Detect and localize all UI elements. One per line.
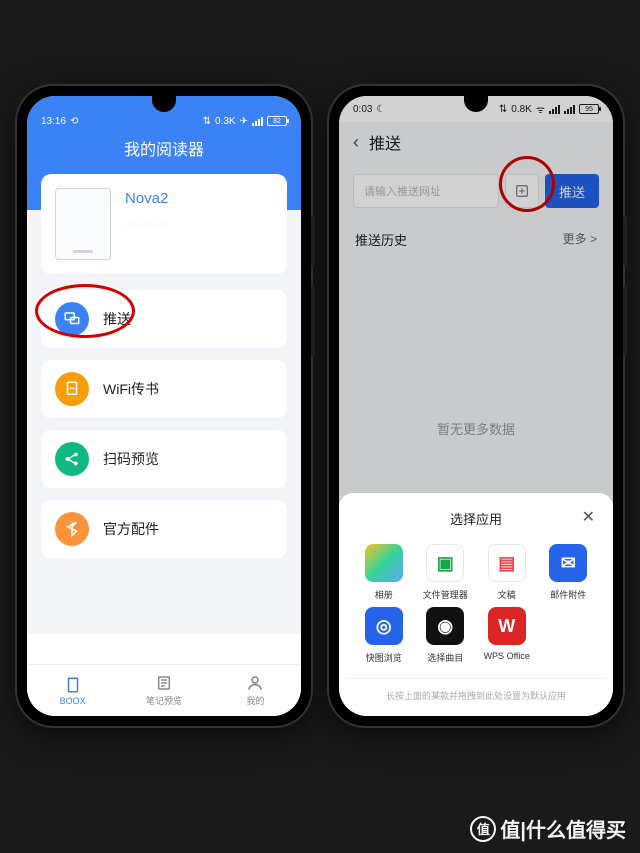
close-icon[interactable]: ✕ [582, 507, 595, 527]
wps-icon: W [488, 607, 526, 645]
app-label: 快图浏览 [366, 651, 402, 664]
menu-label: 扫码预览 [103, 449, 159, 469]
menu-wifi[interactable]: WiFi传书 [41, 360, 287, 418]
tab-mine[interactable]: 我的 [210, 665, 301, 716]
watermark: 值值|什么值得买 [470, 814, 626, 843]
bluetooth-icon [55, 512, 89, 546]
app-wps[interactable]: W WPS Office [476, 607, 538, 664]
app-label: 邮件附件 [550, 588, 586, 601]
app-picker-sheet: 选择应用 ✕ 相册 ▣ 文件管理器 ▤ 文稿 ✉ 邮件附件 ◎ 快图浏览 ◉ 选择曲目 W WPS Of… [339, 493, 613, 716]
app-label: 文件管理器 [423, 588, 468, 601]
sheet-footer: 长按上面的某款并拖拽到此处设置为默认应用 [347, 678, 605, 708]
tab-notes[interactable]: 笔记预览 [118, 665, 209, 716]
tab-bar: BOOX 笔记预览 我的 [27, 664, 301, 716]
app-tracks[interactable]: ◉ 选择曲目 [415, 607, 477, 664]
tracks-icon: ◉ [426, 607, 464, 645]
menu-scan[interactable]: 扫码预览 [41, 430, 287, 488]
app-label: 文稿 [498, 588, 516, 601]
page-title: 我的阅读器 [27, 136, 301, 160]
files-icon: ▣ [426, 544, 464, 582]
status-net: 0.3K [215, 116, 236, 127]
device-thumb [55, 188, 111, 260]
app-label: 相册 [375, 588, 393, 601]
wifi-icon [55, 372, 89, 406]
menu-official[interactable]: 官方配件 [41, 500, 287, 558]
menu-list: 推送 WiFi传书 扫码预览 [41, 290, 287, 558]
tab-boox[interactable]: BOOX [27, 665, 118, 716]
app-files[interactable]: ▣ 文件管理器 [415, 544, 477, 601]
app-docs[interactable]: ▤ 文稿 [476, 544, 538, 601]
device-sub: ··· ··· ··· [125, 217, 168, 231]
phone-left: 13:16⟲ ⇅0.3K ✈ 82 我的阅读器 Nova2 ··· ··· ··… [17, 86, 311, 726]
push-icon [55, 302, 89, 336]
device-card[interactable]: Nova2 ··· ··· ··· [41, 174, 287, 274]
phone-right: 0:03☾ ⇅0.8K ᯤ 95 ‹ 推送 请输入推送网址 推送 [329, 86, 623, 726]
app-mail[interactable]: ✉ 邮件附件 [538, 544, 600, 601]
browser-icon: ◎ [365, 607, 403, 645]
battery-icon: 82 [267, 116, 287, 126]
app-label: 选择曲目 [427, 651, 463, 664]
share-icon [55, 442, 89, 476]
app-label: WPS Office [484, 651, 530, 661]
app-gallery[interactable]: 相册 [353, 544, 415, 601]
status-time: 13:16 [41, 116, 66, 127]
gallery-icon [365, 544, 403, 582]
docs-icon: ▤ [488, 544, 526, 582]
device-name: Nova2 [125, 190, 168, 207]
app-browser[interactable]: ◎ 快图浏览 [353, 607, 415, 664]
menu-label: WiFi传书 [103, 379, 159, 399]
sheet-title: 选择应用 [450, 509, 502, 528]
menu-label: 官方配件 [103, 519, 159, 539]
menu-push[interactable]: 推送 [41, 290, 287, 348]
mail-icon: ✉ [549, 544, 587, 582]
menu-label: 推送 [103, 309, 131, 329]
